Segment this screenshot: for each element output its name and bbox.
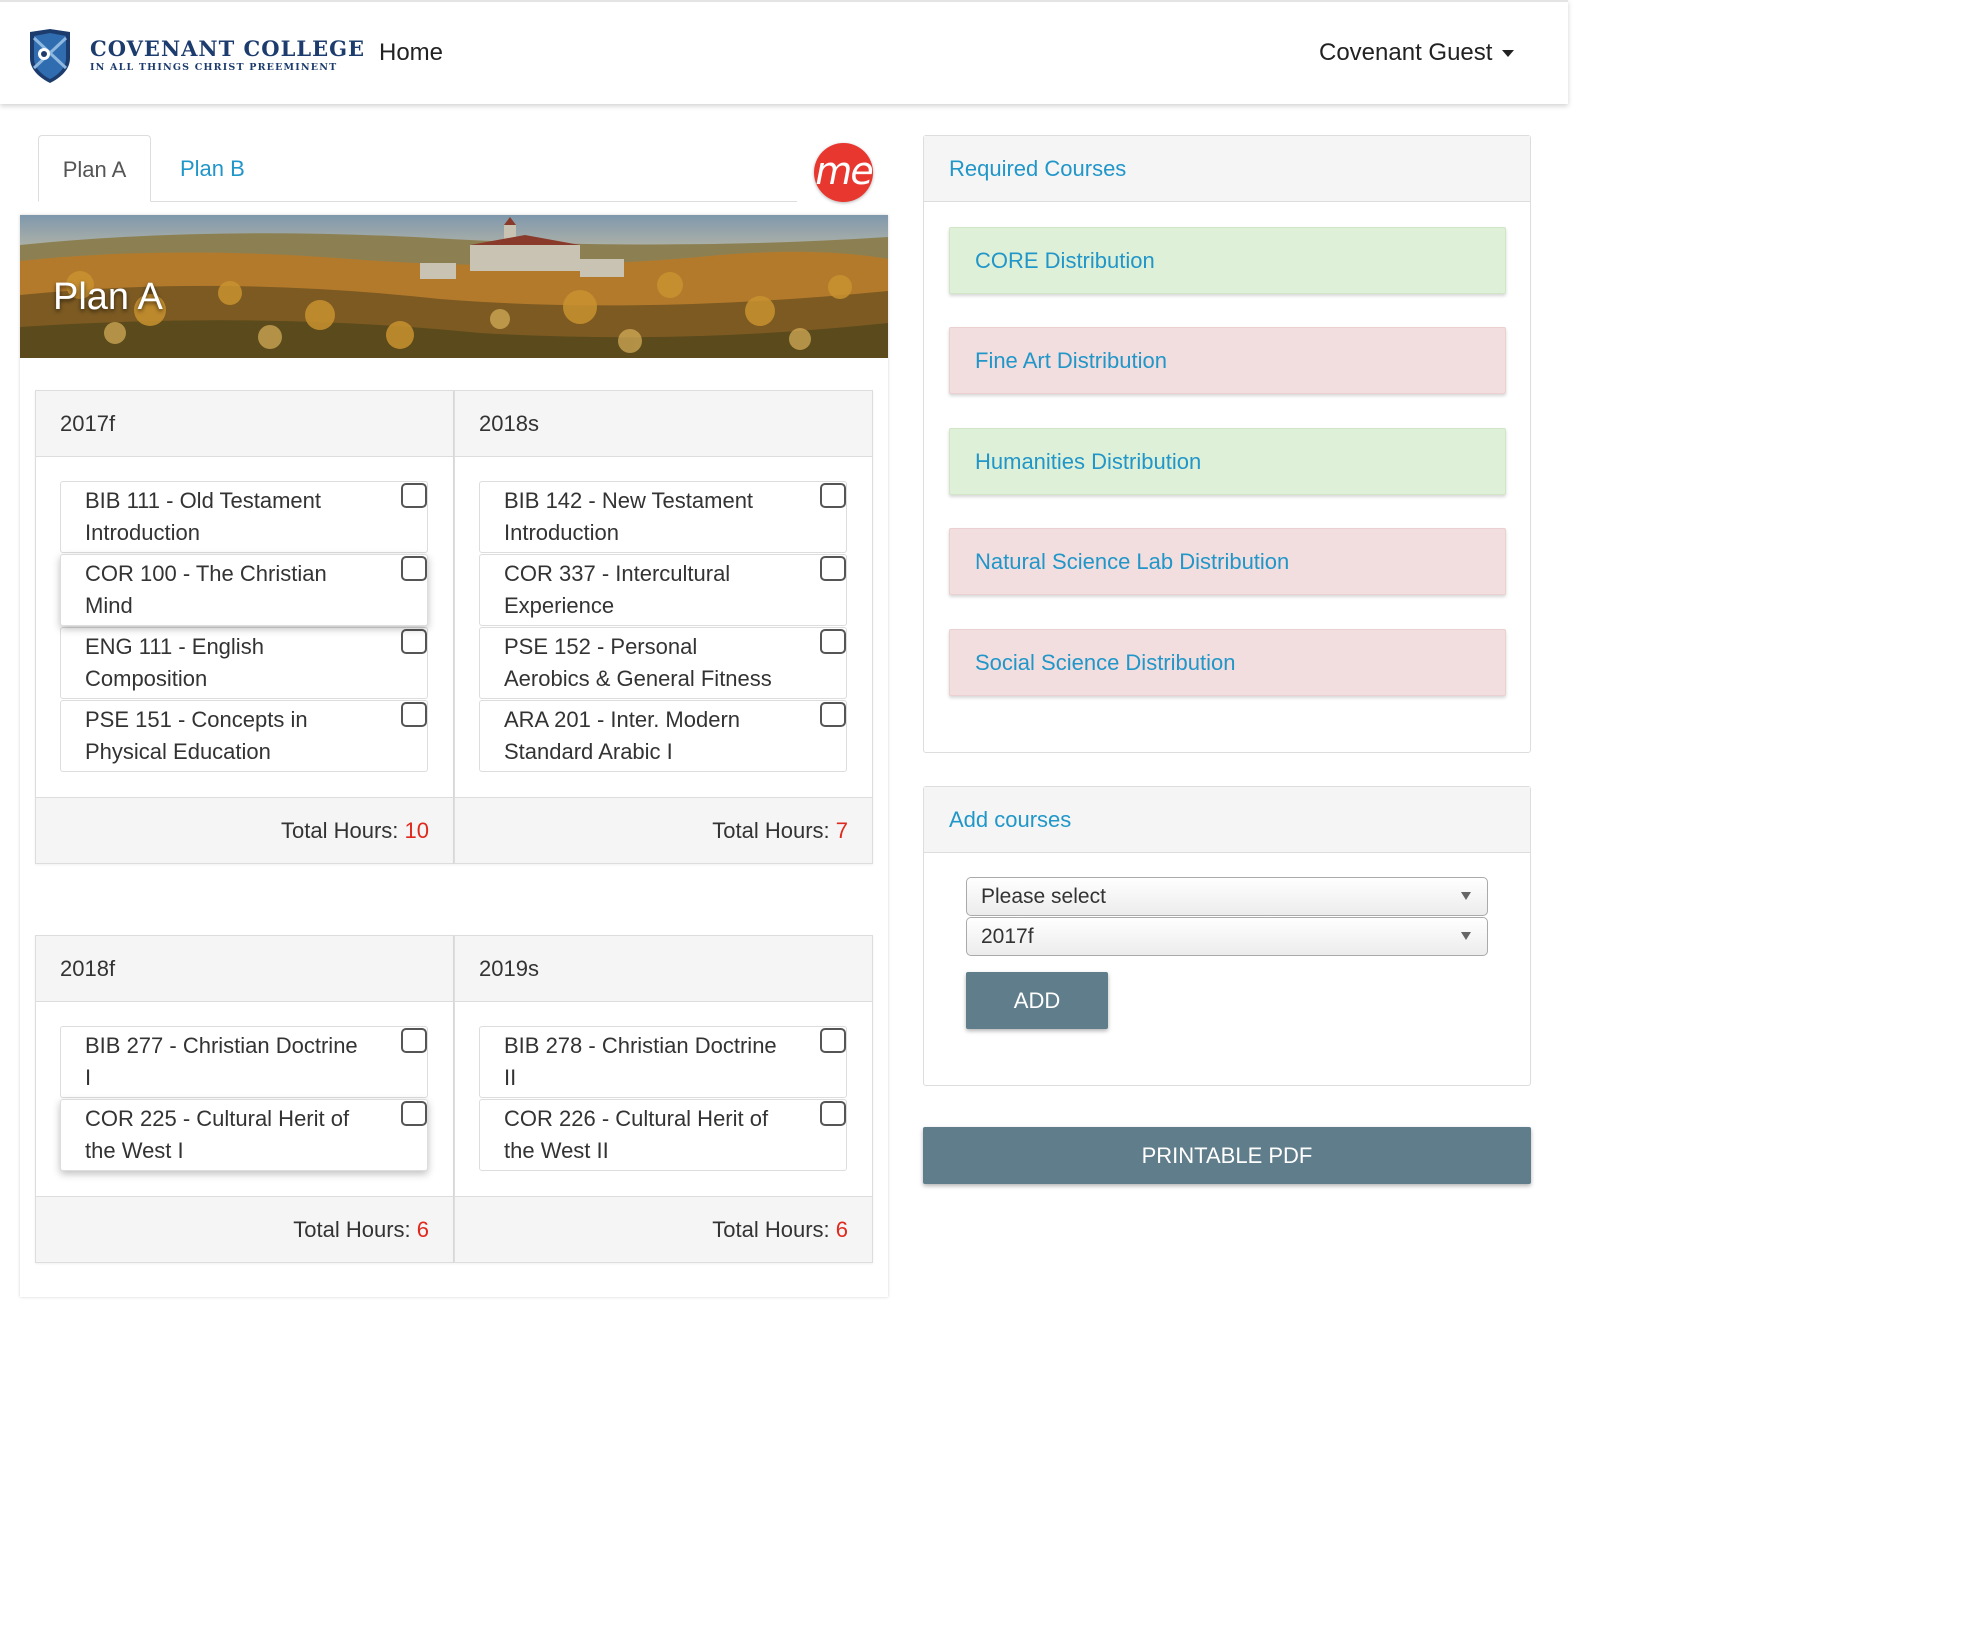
college-logo[interactable]: COVENANT COLLEGE IN ALL THINGS CHRIST PR… — [26, 28, 365, 84]
semester-panel-2017f: 2017f BIB 111 - Old Testament Introducti… — [35, 390, 454, 864]
semester-term: 2018s — [455, 391, 872, 457]
course-item[interactable]: BIB 142 - New Testament Introduction — [479, 481, 847, 553]
shield-logo-icon — [30, 29, 70, 83]
course-select[interactable]: Please select — [966, 877, 1488, 916]
dropdown-arrow-icon — [1461, 892, 1471, 900]
total-hours-value: 10 — [404, 818, 429, 843]
course-item[interactable]: ENG 111 - English Composition — [60, 627, 428, 699]
semester-course-list: BIB 277 - Christian Doctrine I COR 225 -… — [36, 1002, 453, 1196]
semester-total-hours: Total Hours: 7 — [455, 797, 872, 863]
add-courses-panel: Add courses Please select 2017f ADD — [923, 786, 1531, 1086]
course-name: COR 337 - Intercultural Experience — [504, 561, 731, 618]
semester-panel-2019s: 2019s BIB 278 - Christian Doctrine II CO… — [454, 935, 873, 1263]
caret-down-icon — [1502, 49, 1515, 57]
add-courses-title: Add courses — [924, 787, 1530, 853]
course-item[interactable]: ARA 201 - Inter. Modern Standard Arabic … — [479, 700, 847, 772]
course-checkbox[interactable] — [820, 702, 846, 727]
course-checkbox[interactable] — [820, 556, 846, 581]
course-name: COR 226 - Cultural Herit of the West II — [504, 1106, 769, 1163]
semester-total-hours: Total Hours: 10 — [36, 797, 453, 863]
course-item[interactable]: COR 100 - The Christian Mind — [60, 554, 428, 626]
semester-term: 2019s — [455, 936, 872, 1002]
semester-panel-2018f: 2018f BIB 277 - Christian Doctrine I COR… — [35, 935, 454, 1263]
tab-plan-b[interactable]: Plan B — [180, 135, 245, 202]
course-name: ENG 111 - English Composition — [85, 634, 264, 691]
course-name: ARA 201 - Inter. Modern Standard Arabic … — [504, 707, 741, 764]
brand-text: COVENANT COLLEGE IN ALL THINGS CHRIST PR… — [90, 37, 365, 75]
plan-title: Plan A — [53, 276, 163, 318]
requirement-natural-science-lab-distribution[interactable]: Natural Science Lab Distribution — [949, 528, 1506, 595]
course-checkbox[interactable] — [401, 556, 427, 581]
course-checkbox[interactable] — [401, 483, 427, 508]
course-checkbox[interactable] — [401, 1101, 427, 1126]
course-checkbox[interactable] — [820, 1101, 846, 1126]
course-checkbox[interactable] — [820, 483, 846, 508]
total-hours-value: 6 — [416, 1217, 429, 1242]
requirement-social-science-distribution[interactable]: Social Science Distribution — [949, 629, 1506, 696]
user-name: Covenant Guest — [1319, 39, 1493, 66]
semester-panel-2018s: 2018s BIB 142 - New Testament Introducti… — [454, 390, 873, 864]
total-hours-value: 7 — [835, 818, 848, 843]
total-hours-label: Total Hours: — [712, 1217, 836, 1242]
required-courses-panel: Required Courses CORE Distribution Fine … — [923, 135, 1531, 753]
requirement-core-distribution[interactable]: CORE Distribution — [949, 227, 1506, 294]
course-name: COR 225 - Cultural Herit of the West I — [85, 1106, 350, 1163]
term-select[interactable]: 2017f — [966, 917, 1488, 956]
course-item[interactable]: PSE 152 - Personal Aerobics & General Fi… — [479, 627, 847, 699]
course-checkbox[interactable] — [820, 1028, 846, 1053]
required-courses-title: Required Courses — [924, 136, 1530, 202]
requirement-humanities-distribution[interactable]: Humanities Distribution — [949, 428, 1506, 495]
course-checkbox[interactable] — [401, 1028, 427, 1053]
total-hours-label: Total Hours: — [293, 1217, 417, 1242]
add-course-button[interactable]: ADD — [966, 972, 1108, 1029]
brand-motto: IN ALL THINGS CHRIST PREEMINENT — [90, 62, 338, 73]
course-select-value: Please select — [981, 885, 1106, 908]
plan-tabs: Plan A Plan B — [38, 135, 797, 202]
nav-home-link[interactable]: Home — [379, 38, 443, 68]
semester-course-list: BIB 142 - New Testament Introduction COR… — [455, 457, 872, 797]
course-item[interactable]: BIB 111 - Old Testament Introduction — [60, 481, 428, 553]
brand-name: COVENANT COLLEGE — [90, 36, 366, 61]
course-name: COR 100 - The Christian Mind — [85, 561, 327, 618]
plan-card: Plan A 2017f BIB 111 - Old Testament Int… — [20, 215, 888, 1297]
course-name: BIB 277 - Christian Doctrine I — [85, 1033, 358, 1090]
course-item[interactable]: PSE 151 - Concepts in Physical Education — [60, 700, 428, 772]
course-item[interactable]: BIB 277 - Christian Doctrine I — [60, 1026, 428, 1098]
campus-banner-image: Plan A — [20, 215, 888, 358]
course-item[interactable]: BIB 278 - Christian Doctrine II — [479, 1026, 847, 1098]
tab-plan-a[interactable]: Plan A — [38, 135, 151, 202]
dropdown-arrow-icon — [1461, 932, 1471, 940]
printable-pdf-button[interactable]: PRINTABLE PDF — [923, 1127, 1531, 1184]
course-name: BIB 142 - New Testament Introduction — [504, 488, 754, 545]
me-badge-icon[interactable]: me — [814, 143, 874, 202]
semester-term: 2018f — [36, 936, 453, 1002]
course-name: PSE 152 - Personal Aerobics & General Fi… — [504, 634, 772, 691]
semester-total-hours: Total Hours: 6 — [36, 1196, 453, 1262]
semester-term: 2017f — [36, 391, 453, 457]
course-item[interactable]: COR 225 - Cultural Herit of the West I — [60, 1099, 428, 1171]
semester-total-hours: Total Hours: 6 — [455, 1196, 872, 1262]
course-name: BIB 111 - Old Testament Introduction — [85, 488, 322, 545]
course-item[interactable]: COR 337 - Intercultural Experience — [479, 554, 847, 626]
course-name: PSE 151 - Concepts in Physical Education — [85, 707, 308, 764]
course-checkbox[interactable] — [820, 629, 846, 654]
course-name: BIB 278 - Christian Doctrine II — [504, 1033, 777, 1090]
course-checkbox[interactable] — [401, 702, 427, 727]
top-navbar: COVENANT COLLEGE IN ALL THINGS CHRIST PR… — [0, 0, 1568, 104]
semester-course-list: BIB 278 - Christian Doctrine II COR 226 … — [455, 1002, 872, 1196]
user-menu-dropdown[interactable]: Covenant Guest — [1319, 38, 1515, 68]
term-select-value: 2017f — [981, 925, 1034, 948]
requirement-fine-art-distribution[interactable]: Fine Art Distribution — [949, 327, 1506, 394]
total-hours-value: 6 — [835, 1217, 848, 1242]
total-hours-label: Total Hours: — [281, 818, 405, 843]
course-checkbox[interactable] — [401, 629, 427, 654]
total-hours-label: Total Hours: — [712, 818, 836, 843]
course-item[interactable]: COR 226 - Cultural Herit of the West II — [479, 1099, 847, 1171]
semester-course-list: BIB 111 - Old Testament Introduction COR… — [36, 457, 453, 797]
